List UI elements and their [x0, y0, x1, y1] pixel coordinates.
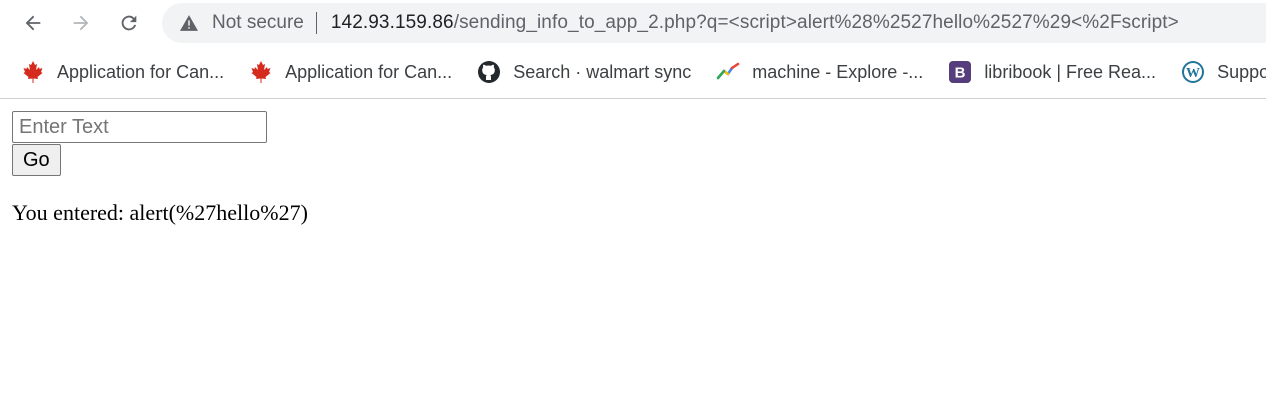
- url-text[interactable]: 142.93.159.86/sending_info_to_app_2.php?…: [331, 12, 1179, 34]
- arrow-left-icon: [25, 15, 41, 31]
- bookmarks-bar: Application for Can... Application for C…: [0, 46, 1266, 98]
- bookmark-label: Application for Can...: [57, 61, 225, 82]
- wordpress-icon: W: [1180, 59, 1206, 85]
- browser-toolbar: Not secure 142.93.159.86/sending_info_to…: [0, 0, 1266, 46]
- arrow-right-icon: [73, 15, 89, 31]
- address-bar[interactable]: Not secure 142.93.159.86/sending_info_to…: [162, 3, 1266, 43]
- bookmark-label: Support: [1217, 61, 1266, 82]
- forward-button[interactable]: [66, 8, 96, 38]
- bookmark-label: Application for Can...: [285, 61, 453, 82]
- maple-leaf-icon: [248, 59, 274, 85]
- url-host: 142.93.159.86: [330, 12, 454, 33]
- omnibox-separator: [315, 12, 317, 34]
- page-content: Go You entered: alert(%27hello%27): [0, 99, 1266, 226]
- reload-button[interactable]: [114, 8, 144, 38]
- bookmark-github-search[interactable]: Search · walmart sync: [476, 59, 691, 85]
- maple-leaf-icon: [20, 59, 46, 85]
- security-status[interactable]: Not secure: [212, 12, 304, 34]
- trends-icon: [715, 59, 741, 85]
- svg-text:W: W: [1186, 66, 1200, 81]
- bookmark-libribook[interactable]: B libribook | Free Rea...: [947, 59, 1156, 85]
- bookmark-label: Search · walmart sync: [513, 61, 692, 82]
- url-path: /sending_info_to_app_2.php?q=<script>ale…: [453, 12, 1179, 33]
- result-text: You entered: alert(%27hello%27): [12, 200, 308, 225]
- text-input[interactable]: [12, 111, 267, 143]
- bookmark-application-for-canada-2[interactable]: Application for Can...: [248, 59, 452, 85]
- bookmark-machine-explore[interactable]: machine - Explore -...: [715, 59, 923, 85]
- go-button[interactable]: Go: [12, 144, 61, 176]
- bootstrap-b-icon: B: [947, 59, 973, 85]
- github-icon: [476, 59, 502, 85]
- bookmark-support[interactable]: W Support: [1180, 59, 1266, 85]
- reload-icon: [121, 15, 137, 31]
- bookmark-label: libribook | Free Rea...: [984, 61, 1157, 82]
- back-button[interactable]: [18, 8, 48, 38]
- browser-chrome: Not secure 142.93.159.86/sending_info_to…: [0, 0, 1266, 99]
- bookmark-application-for-canada-1[interactable]: Application for Can...: [20, 59, 224, 85]
- warning-triangle-icon: [180, 14, 198, 32]
- svg-text:B: B: [955, 65, 966, 82]
- bookmark-label: machine - Explore -...: [752, 61, 924, 82]
